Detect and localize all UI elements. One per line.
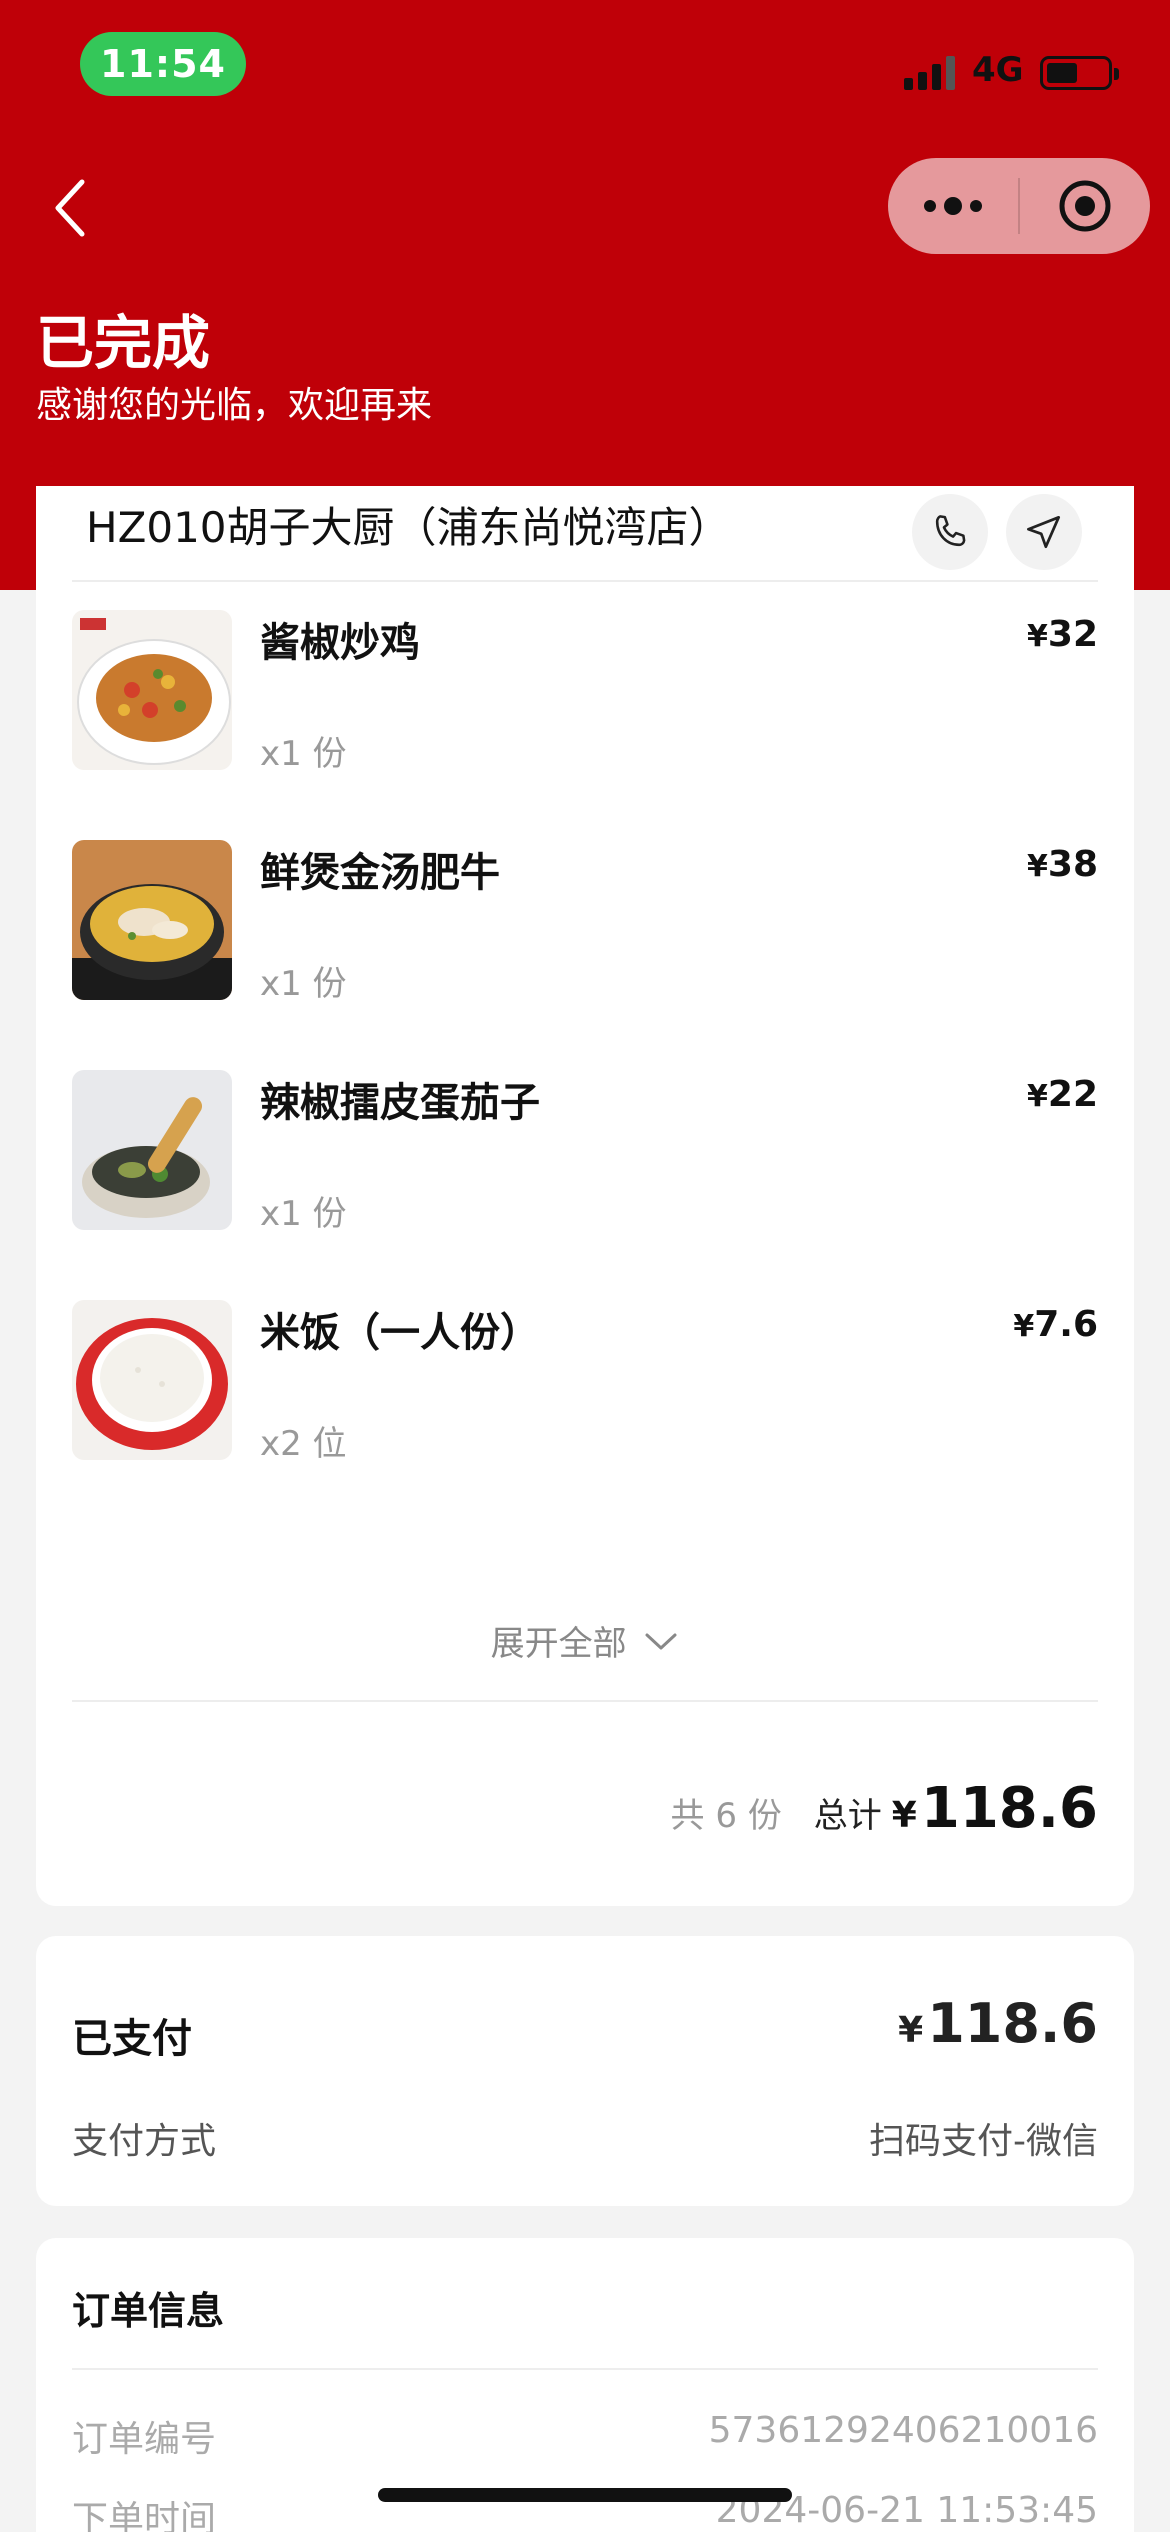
dish-name: 米饭（一人份）: [260, 1310, 540, 1356]
payment-method-label: 支付方式: [72, 2121, 217, 2162]
more-icon: [924, 200, 936, 212]
dish-name: 辣椒擂皮蛋茄子: [260, 1080, 540, 1126]
dish-price: ¥32: [1027, 614, 1098, 655]
total-label: 总计: [813, 1796, 882, 1836]
dish-photo: [72, 840, 232, 1000]
dish-name: 酱椒炒鸡: [260, 620, 420, 666]
signal-icon: [904, 54, 955, 90]
dish-price: ¥38: [1027, 844, 1098, 885]
total-amount: 118.6: [920, 1776, 1098, 1841]
expand-all-label: 展开全部: [490, 1624, 627, 1664]
item-count: 共 6 份: [670, 1796, 782, 1836]
dish-quantity: x2 位: [260, 1424, 347, 1464]
back-button[interactable]: [40, 168, 100, 248]
order-items-card: HZ010胡子大厨（浦东尚悦湾店） 酱椒炒鸡 x1 份 ¥32 鲜煲金汤肥牛 x…: [36, 486, 1134, 1906]
phone-icon: [935, 515, 966, 547]
miniprogram-capsule: [888, 158, 1150, 254]
order-item: 鲜煲金汤肥牛 x1 份 ¥38: [72, 840, 1098, 1004]
battery-icon: [1040, 56, 1119, 90]
store-name[interactable]: HZ010胡子大厨（浦东尚悦湾店）: [86, 494, 731, 555]
status-time: 11:54: [80, 32, 246, 96]
call-button[interactable]: [912, 494, 988, 570]
divider: [72, 580, 1098, 582]
dish-quantity: x1 份: [260, 964, 347, 1004]
order-item: 酱椒炒鸡 x1 份 ¥32: [72, 610, 1098, 774]
home-indicator: [378, 2488, 792, 2502]
dish-price: ¥7.6: [1013, 1304, 1098, 1345]
expand-all-button[interactable]: 展开全部: [36, 1616, 1134, 1665]
order-item: 米饭（一人份） x2 位 ¥7.6: [72, 1300, 1098, 1464]
dish-quantity: x1 份: [260, 1194, 347, 1234]
payment-card: 已支付 ¥118.6 支付方式 扫码支付-微信: [36, 1936, 1134, 2206]
divider: [72, 2368, 1098, 2370]
payment-method-value: 扫码支付-微信: [869, 2121, 1098, 2162]
chevron-down-icon: [645, 1633, 677, 1649]
navigation-arrow-icon: [1027, 515, 1061, 549]
dish-name: 鲜煲金汤肥牛: [260, 850, 500, 896]
target-icon: [1059, 180, 1111, 232]
dish-quantity: x1 份: [260, 734, 347, 774]
paid-label: 已支付: [72, 2016, 192, 2062]
order-total: 共 6 份 总计 ¥ 118.6: [670, 1776, 1098, 1841]
more-button[interactable]: [888, 158, 1018, 254]
chevron-left-icon: [55, 179, 85, 237]
dish-photo: [72, 1070, 232, 1230]
network-type: 4G: [972, 50, 1024, 90]
navigate-button[interactable]: [1006, 494, 1082, 570]
close-miniprogram-button[interactable]: [1020, 158, 1150, 254]
dish-photo: [72, 1300, 232, 1460]
paid-amount: ¥118.6: [898, 1992, 1098, 2055]
dish-photo: [72, 610, 232, 770]
order-number[interactable]: 57361292406210016: [709, 2410, 1098, 2451]
divider: [72, 1700, 1098, 1702]
order-status-subtitle: 感谢您的光临，欢迎再来: [36, 385, 433, 426]
order-status-title: 已完成: [36, 309, 211, 377]
order-info-title: 订单信息: [72, 2289, 225, 2333]
dish-price: ¥22: [1027, 1074, 1098, 1115]
order-item: 辣椒擂皮蛋茄子 x1 份 ¥22: [72, 1070, 1098, 1234]
